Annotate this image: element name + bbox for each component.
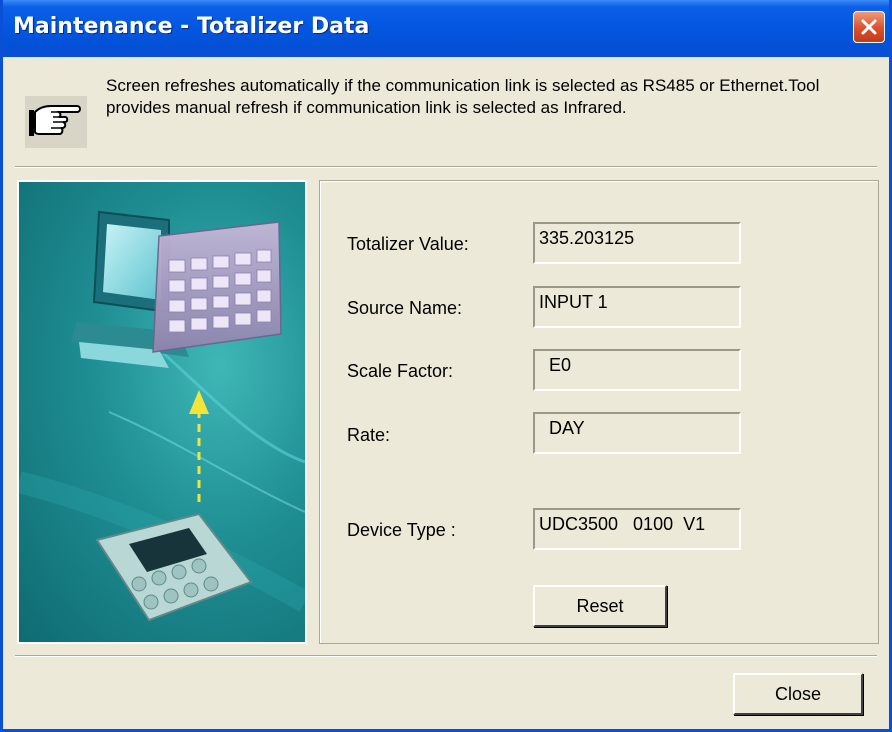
window-title: Maintenance - Totalizer Data	[13, 14, 370, 39]
scale-factor-field: E0	[533, 349, 741, 391]
close-button[interactable]: Close	[733, 673, 863, 715]
rate-field: DAY	[533, 412, 741, 454]
device-type-field: UDC3500 0100 V1	[533, 508, 741, 550]
totalizer-dialog: Maintenance - Totalizer Data Screen refr…	[0, 0, 892, 732]
window-close-button[interactable]	[853, 11, 885, 43]
scale-factor-label: Scale Factor:	[347, 361, 454, 381]
device-type-label: Device Type :	[347, 520, 456, 540]
rate-label: Rate:	[347, 425, 391, 445]
bottom-divider	[15, 655, 877, 657]
source-name-label: Source Name:	[347, 298, 463, 318]
top-divider	[15, 166, 877, 168]
totalizer-value-field: 335.203125	[533, 222, 741, 264]
info-message: Screen refreshes automatically if the co…	[106, 76, 820, 117]
totalizer-value-label: Totalizer Value:	[347, 234, 469, 254]
device-illustration	[17, 180, 307, 644]
close-icon	[861, 19, 877, 35]
pointing-hand-icon	[25, 96, 87, 148]
reset-button[interactable]: Reset	[533, 585, 667, 627]
source-name-field: INPUT 1	[533, 286, 741, 328]
title-bar: Maintenance - Totalizer Data	[3, 0, 889, 57]
